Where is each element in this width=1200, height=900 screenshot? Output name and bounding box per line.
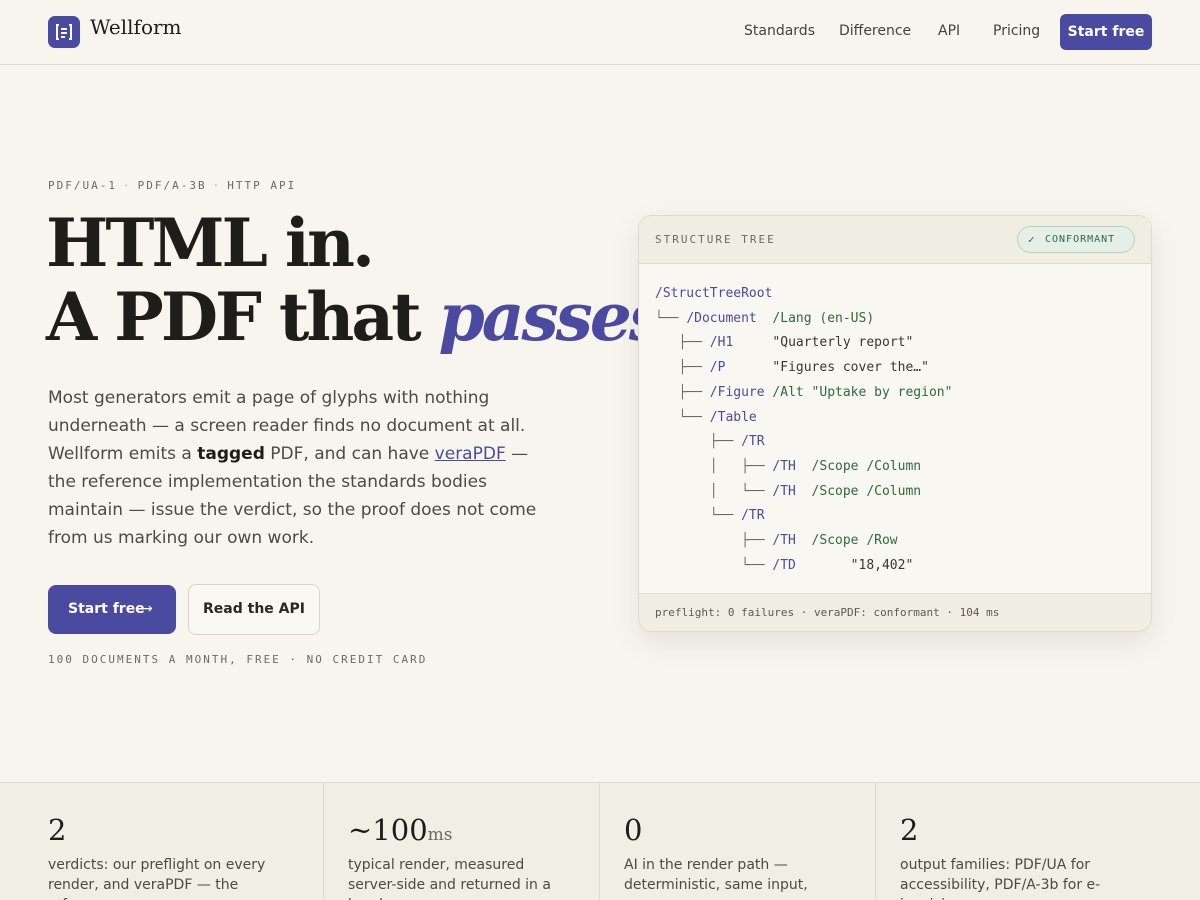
tree-node-tag: /TD [772,557,796,573]
tree-node-tag: /Figure [709,384,765,400]
conformant-badge: ✓ CONFORMANT [1017,226,1135,253]
tree-node-tag: /TR [741,434,765,450]
tree-node-tag: /Document [686,310,757,326]
tree-node: ├── /H1 "Quarterly report" [655,331,952,356]
top-nav: Wellform Standards Difference API Pricin… [0,0,1200,65]
tree-node-tag: /TH [772,483,796,499]
tree-node: ├── /Figure /Alt "Uptake by region" [655,381,952,406]
stat-description: typical render, measured server-side and… [348,857,551,900]
tree-node-tag: /H1 [709,335,734,351]
eyebrow-item: PDF/A-3B [137,179,207,192]
card-title: STRUCTURE TREE [655,233,776,246]
tree-node: └── /TR [655,504,952,529]
tree-node-prefix: │ ├── [655,458,773,474]
check-icon: ✓ [1028,233,1036,246]
tree-node-attr: /Alt "Uptake by region" [764,384,953,400]
tree-node: └── /TD "18,402" [655,554,952,579]
hero-eyebrow: PDF/UA-1 · PDF/A-3B · HTTP API [48,179,296,192]
brand-logo-icon[interactable] [48,16,80,48]
tree-node-tag: /TR [741,508,765,524]
tree-node-prefix: └── [655,557,773,573]
tree-node-prefix: ├── [655,360,710,376]
nav-link-pricing[interactable]: Pricing [993,23,1040,39]
tree-node-prefix: │ └── [655,483,773,499]
hero-fineprint: 100 DOCUMENTS A MONTH, FREE · NO CREDIT … [48,653,428,666]
stat-item: 2 output families: PDF/UA for accessibil… [875,783,1200,900]
start-free-button[interactable]: Start free → [48,585,176,634]
stat-number: 2 [900,813,918,847]
stat-description: output families: PDF/UA for accessibilit… [900,857,1101,900]
tree-node: │ ├── /TH /Scope /Column [655,455,952,480]
stat-value: 2 [900,813,919,847]
card-header: STRUCTURE TREE ✓ CONFORMANT [639,216,1151,264]
tree-node: ├── /TR [655,430,952,455]
stat-description: AI in the render path — deterministic, s… [624,857,808,900]
stat-unit: ms [427,825,453,845]
stat-value: ~100 [348,813,428,847]
tree-node-tag: /TH [772,458,796,474]
lede-text: PDF, and can have [264,444,435,464]
stat-number: 0 [624,813,642,847]
tree-node-tag: /Table [709,409,757,425]
preflight-status: preflight: 0 failures · veraPDF: conform… [655,606,1000,619]
stats-band: 2 verdicts: our preflight on every rende… [0,782,1200,900]
tree-node-str: "18,402" [795,557,914,573]
tree-node-attr: /Scope /Column [795,458,922,474]
stat-item: 0 AI in the render path — deterministic,… [599,783,875,900]
headline-line-2-start: A PDF that [46,278,439,356]
nav-start-free-button[interactable]: Start free [1060,14,1152,50]
stat-number: 2 [48,813,66,847]
tree-node-prefix: └── [655,409,710,425]
arrow-right-icon: → [141,601,153,617]
separator-dot: · [122,179,132,192]
tree-node: ├── /P "Figures cover the…" [655,356,952,381]
separator-dot: · [212,179,222,192]
tree-node: └── /Document /Lang (en-US) [655,307,952,332]
tree-node-tag: /TH [772,533,796,549]
stat-value: 0 [624,813,643,847]
hero-headline: HTML in. A PDF that passes. [46,204,686,356]
tree-node-prefix: └── [655,310,687,326]
tree-node: /StructTreeRoot [655,282,952,307]
tree-node-prefix: └── [655,508,742,524]
tree-node-prefix: ├── [655,384,710,400]
headline-line-1: HTML in. [46,204,375,282]
brand-name[interactable]: Wellform [90,15,182,39]
stat-value: 2 [48,813,67,847]
read-api-button[interactable]: Read the API [188,584,320,635]
eyebrow-item: HTTP API [227,179,297,192]
tree-node-tag: /StructTreeRoot [655,286,773,301]
nav-link-standards[interactable]: Standards [744,23,815,39]
headline-emphasis: passes [438,278,666,356]
nav-link-difference[interactable]: Difference [839,23,911,39]
tree-node: ├── /TH /Scope /Row [655,529,952,554]
stat-item: ~100ms typical render, measured server-s… [323,783,599,900]
tree-node-str: "Quarterly report" [733,335,914,351]
tree-node: └── /Table [655,406,952,431]
tree-node-str: "Figures cover the…" [725,360,929,376]
tree-node-prefix: ├── [655,434,742,450]
stat-description: verdicts: our preflight on every render,… [48,857,266,900]
nav-link-api[interactable]: API [938,23,960,39]
tree-node-attr: /Lang (en-US) [756,310,875,326]
verapdf-link[interactable]: veraPDF [435,444,506,464]
tree-node-attr: /Scope /Column [795,483,922,499]
structure-tree-card: STRUCTURE TREE ✓ CONFORMANT /StructTreeRo… [638,215,1152,632]
tree-node-attr: /Scope /Row [795,533,898,549]
tree-node-prefix: ├── [655,335,710,351]
eyebrow-item: PDF/UA-1 [48,179,117,192]
tree-node-prefix: ├── [655,533,773,549]
card-footer: preflight: 0 failures · veraPDF: conform… [639,593,1151,631]
tree-node-tag: /P [709,360,726,376]
stat-number: ~100ms [348,813,453,847]
hero-lede: Most generators emit a page of glyphs wi… [48,384,553,552]
structure-tree: /StructTreeRoot └── /Document /Lang (en-U… [655,282,952,578]
stat-item: 2 verdicts: our preflight on every rende… [0,783,323,900]
badge-label: CONFORMANT [1045,234,1116,245]
tree-node: │ └── /TH /Scope /Column [655,480,952,505]
start-free-label: Start free [68,601,145,617]
lede-bold-text: tagged [197,444,265,464]
